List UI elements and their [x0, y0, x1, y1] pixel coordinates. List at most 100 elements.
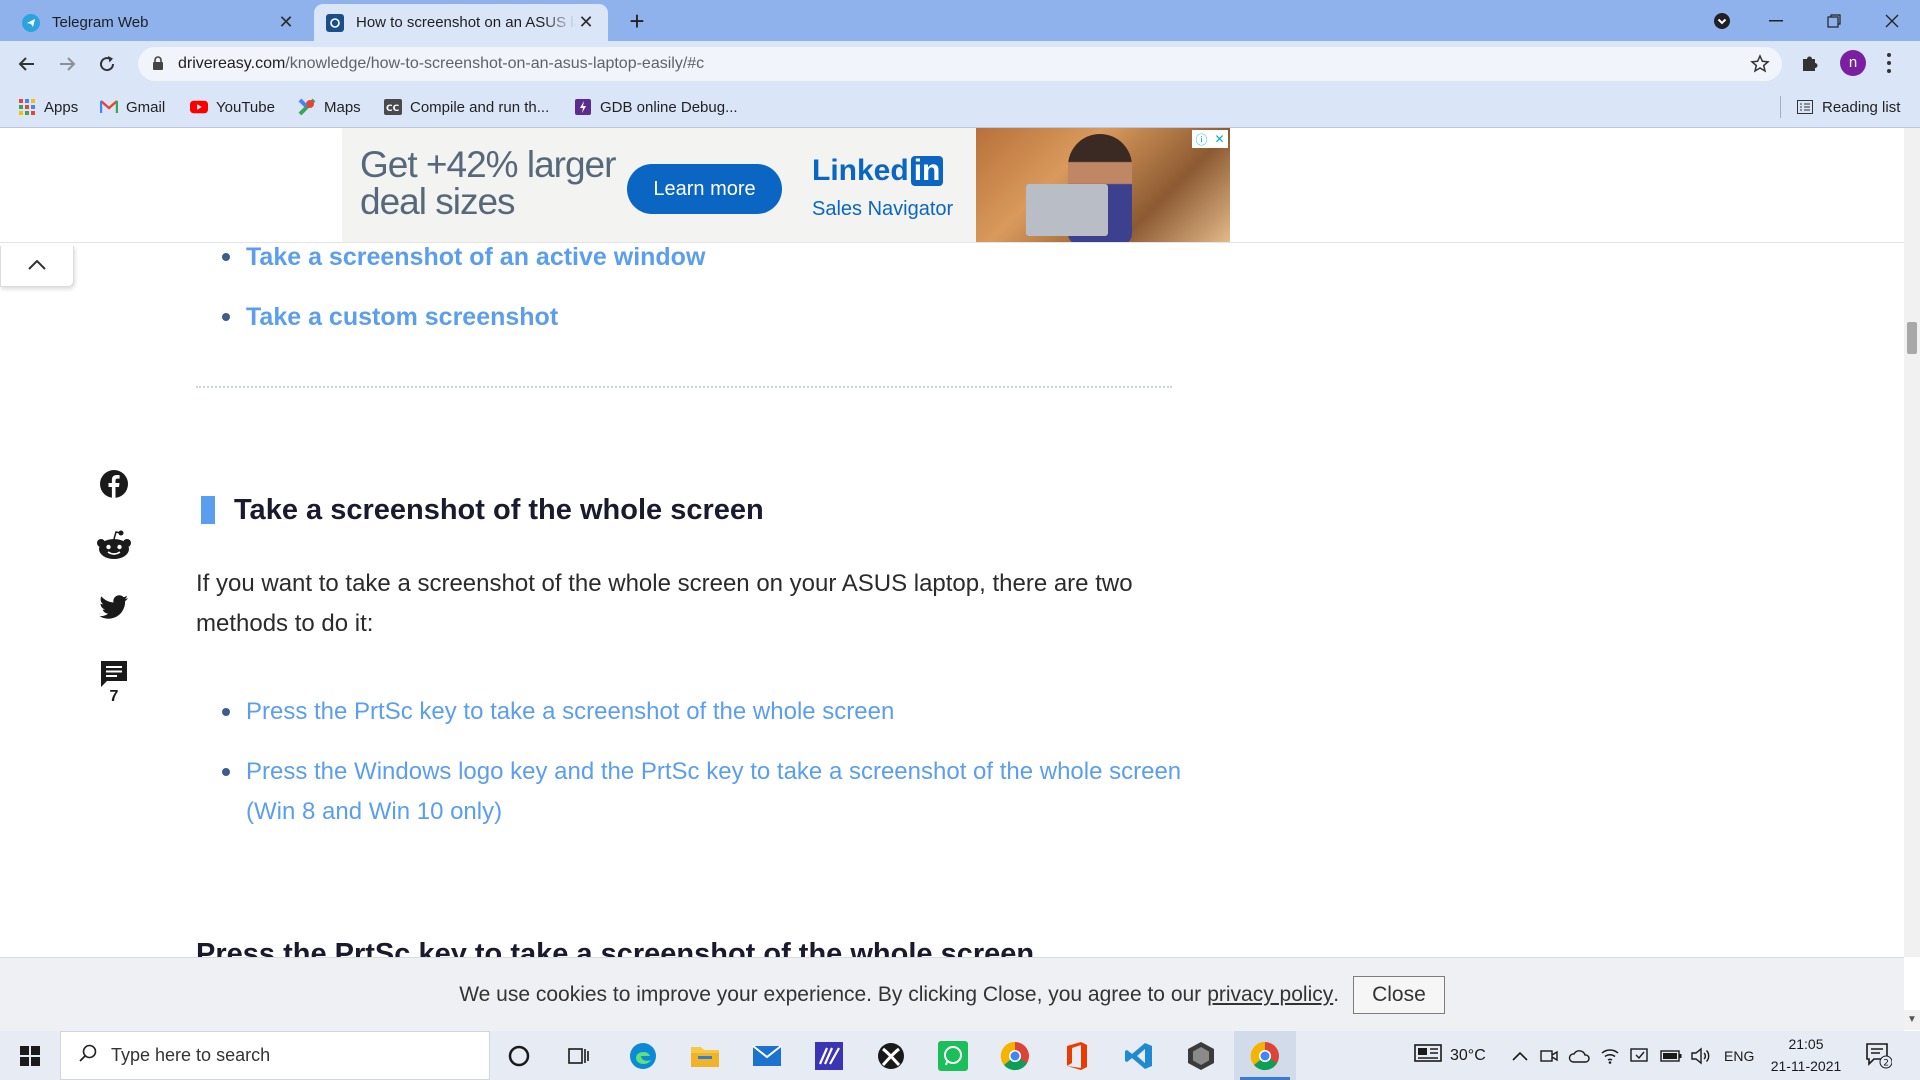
office-icon[interactable]: [1048, 1031, 1106, 1080]
forward-arrow-icon[interactable]: [50, 47, 84, 81]
wifi-icon[interactable]: [1600, 1031, 1620, 1080]
comment-icon[interactable]: [96, 659, 132, 689]
system-clock[interactable]: 21:05 21-11-2021: [1766, 1033, 1846, 1077]
whatsapp-icon[interactable]: [924, 1031, 982, 1080]
bookmarks-separator: [1780, 96, 1781, 118]
reading-list-icon: [1796, 98, 1814, 116]
windows-start-icon[interactable]: [0, 1031, 60, 1080]
cortana-icon[interactable]: [490, 1031, 548, 1080]
tab-strip: Telegram Web ✕ How to screenshot on an A…: [0, 0, 1920, 41]
scroll-down-arrow-icon[interactable]: ▼: [1904, 1010, 1920, 1030]
chrome-icon[interactable]: [986, 1031, 1044, 1080]
heading-accent-bar: [201, 496, 215, 524]
notification-center-icon[interactable]: 2: [1864, 1041, 1893, 1074]
bookmark-gdb[interactable]: GDB online Debug...: [574, 88, 738, 126]
temperature: 30°C: [1450, 1046, 1486, 1064]
search-placeholder: Type here to search: [111, 1045, 271, 1065]
ad-info-icon[interactable]: ⓘ: [1195, 131, 1207, 148]
toc-list: Take a screenshot of an active window Ta…: [196, 240, 705, 334]
reload-icon[interactable]: [90, 47, 124, 81]
show-hidden-icons-icon[interactable]: [1512, 1031, 1528, 1080]
method-link-prtsc[interactable]: Press the PrtSc key to take a screenshot…: [196, 692, 1186, 732]
bookmark-youtube[interactable]: YouTube: [190, 88, 275, 126]
cookie-banner: We use cookies to improve your experienc…: [0, 957, 1904, 1032]
web-page: Get +42% larger deal sizes Learn more Li…: [0, 128, 1920, 957]
extensions-puzzle-icon[interactable]: [1800, 53, 1820, 78]
edge-icon[interactable]: [614, 1031, 672, 1080]
tab-telegram[interactable]: Telegram Web ✕: [10, 4, 308, 41]
windows-taskbar: Type here to search 30°C ENG 21:05 21-11…: [0, 1031, 1920, 1080]
chrome-active-icon[interactable]: [1234, 1031, 1296, 1080]
bookmark-label: GDB online Debug...: [600, 98, 738, 116]
chevron-up-icon: [28, 257, 46, 275]
ad-product-name: Sales Navigator: [812, 198, 954, 220]
hexagon-app-icon[interactable]: [1172, 1031, 1230, 1080]
tab-drivereasy[interactable]: How to screenshot on an ASUS laptop easi…: [314, 4, 608, 41]
tab-search-icon[interactable]: [1710, 9, 1734, 33]
toc-link-active-window[interactable]: Take a screenshot of an active window: [196, 240, 705, 300]
linkedin-ad-banner[interactable]: Get +42% larger deal sizes Learn more Li…: [342, 128, 1230, 242]
toc-link-custom[interactable]: Take a custom screenshot: [196, 300, 705, 334]
method-links: Press the PrtSc key to take a screenshot…: [196, 692, 1186, 852]
close-tab-icon[interactable]: ✕: [276, 12, 296, 33]
bookmarks-bar: Apps Gmail YouTube Maps CC Compile and r…: [0, 88, 1920, 128]
lock-icon[interactable]: [152, 56, 164, 76]
bookmark-maps[interactable]: Maps: [298, 88, 361, 126]
svg-text:CC: CC: [386, 104, 400, 114]
method-link-win-prtsc[interactable]: Press the Windows logo key and the PrtSc…: [196, 752, 1186, 832]
language-indicator[interactable]: ENG: [1724, 1031, 1754, 1080]
ad-learn-more-button[interactable]: Learn more: [627, 164, 782, 214]
battery-icon[interactable]: [1660, 1031, 1682, 1080]
clock-date: 21-11-2021: [1770, 1058, 1842, 1074]
meet-now-icon[interactable]: [1540, 1031, 1558, 1080]
bookmark-label: Compile and run th...: [410, 98, 550, 116]
usb-device-icon[interactable]: [1630, 1031, 1650, 1080]
maps-icon: [298, 98, 316, 116]
collapse-toggle[interactable]: [0, 246, 74, 287]
cookie-close-button[interactable]: Close: [1353, 976, 1445, 1014]
bookmark-label: YouTube: [216, 98, 275, 116]
twitter-icon[interactable]: [96, 595, 132, 621]
bookmark-apps[interactable]: Apps: [18, 88, 78, 126]
bookmark-label: Gmail: [126, 98, 166, 116]
weather-widget[interactable]: 30°C: [1414, 1031, 1486, 1080]
privacy-policy-link[interactable]: privacy policy: [1207, 983, 1333, 1007]
bookmark-label: Apps: [44, 98, 79, 116]
gdb-icon: [574, 98, 592, 116]
cc-icon: CC: [384, 98, 402, 116]
weather-icon: [1414, 1043, 1442, 1068]
address-bar[interactable]: drivereasy.com/knowledge/how-to-screensh…: [138, 47, 1782, 81]
profile-avatar[interactable]: n: [1840, 50, 1866, 76]
bookmark-label: Maps: [324, 98, 361, 116]
tab-title: How to screenshot on an ASUS laptop easi…: [356, 14, 576, 31]
bookmark-compile[interactable]: CC Compile and run th...: [384, 88, 549, 126]
search-icon: [79, 1044, 97, 1067]
bookmark-gmail[interactable]: Gmail: [100, 88, 165, 126]
back-arrow-icon[interactable]: [10, 47, 44, 81]
file-explorer-icon[interactable]: [676, 1031, 734, 1080]
youtube-icon: [190, 98, 208, 116]
onedrive-icon[interactable]: [1568, 1031, 1590, 1080]
close-tab-icon[interactable]: ✕: [576, 12, 596, 33]
minimize-icon[interactable]: [1748, 0, 1804, 41]
facebook-icon[interactable]: [96, 469, 132, 499]
browser-menu-icon[interactable]: [1882, 50, 1896, 76]
reddit-icon[interactable]: [96, 530, 132, 560]
bookmark-star-icon[interactable]: [1750, 54, 1770, 79]
vscode-icon[interactable]: [1110, 1031, 1168, 1080]
restore-icon[interactable]: [1806, 0, 1862, 41]
new-tab-button[interactable]: +: [622, 6, 652, 36]
task-view-icon[interactable]: [550, 1031, 608, 1080]
taskbar-search-input[interactable]: Type here to search: [60, 1031, 490, 1080]
page-scrollbar[interactable]: [1904, 128, 1920, 957]
codeforces-app-icon[interactable]: [800, 1031, 858, 1080]
scrollbar-thumb[interactable]: [1907, 322, 1917, 354]
volume-icon[interactable]: [1690, 1031, 1712, 1080]
url-text: drivereasy.com/knowledge/how-to-screensh…: [178, 55, 705, 72]
apps-grid-icon: [18, 98, 36, 116]
mail-icon[interactable]: [738, 1031, 796, 1080]
close-window-icon[interactable]: [1864, 0, 1920, 41]
xbox-icon[interactable]: [862, 1031, 920, 1080]
ad-close-icon[interactable]: ⓘ ✕: [1192, 130, 1228, 148]
reading-list-button[interactable]: Reading list: [1796, 88, 1900, 126]
